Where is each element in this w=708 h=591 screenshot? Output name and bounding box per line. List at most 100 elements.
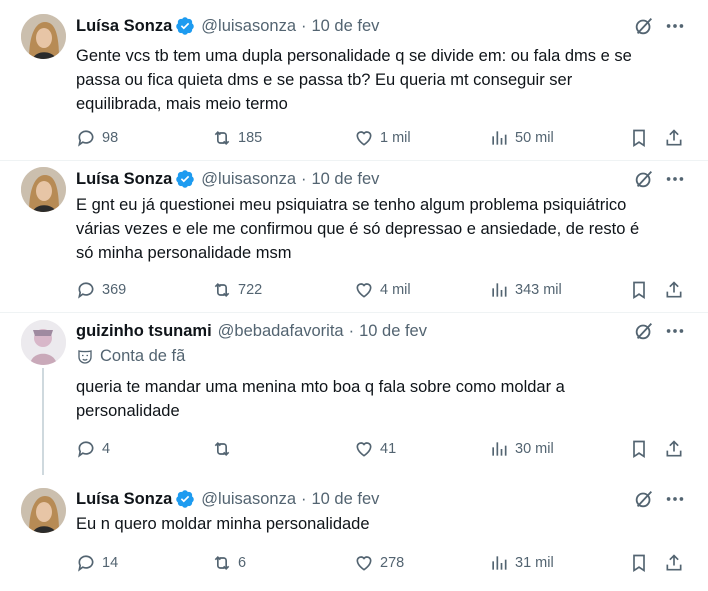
tweet-text: E gnt eu já questionei meu psiquiatra se… bbox=[76, 193, 696, 265]
bookmark-icon bbox=[633, 129, 645, 148]
grok-icon[interactable] bbox=[633, 168, 655, 190]
tweet-header: Luísa Sonza @luisasonza · 10 de fev bbox=[76, 167, 379, 191]
like-button[interactable]: 1 mil bbox=[354, 126, 411, 150]
author-handle[interactable]: @luisasonza bbox=[201, 490, 296, 509]
bookmark-icon bbox=[633, 554, 645, 573]
reply-button[interactable]: 369 bbox=[76, 278, 126, 302]
reply-icon bbox=[78, 282, 94, 299]
author-handle[interactable]: @luisasonza bbox=[201, 17, 296, 36]
retweet-button[interactable]: 185 bbox=[212, 126, 262, 150]
action-bar: 4 41 30 mil bbox=[76, 437, 696, 461]
share-icon bbox=[666, 281, 682, 298]
author-handle[interactable]: @bebadafavorita bbox=[218, 322, 344, 341]
retweet-button[interactable] bbox=[212, 437, 238, 461]
views-button[interactable]: 50 mil bbox=[489, 126, 554, 150]
reply-button[interactable]: 4 bbox=[76, 437, 110, 461]
grok-icon[interactable] bbox=[633, 320, 655, 342]
retweet-count: 6 bbox=[238, 555, 247, 571]
timestamp[interactable]: 10 de fev bbox=[312, 490, 380, 509]
fan-account-text: Conta de fã bbox=[100, 347, 186, 365]
tweet-text-line: Eu n quero moldar minha personalidade bbox=[76, 515, 370, 533]
views-icon bbox=[492, 556, 507, 570]
views-icon bbox=[492, 442, 507, 456]
more-options-icon[interactable] bbox=[664, 15, 686, 37]
like-button[interactable]: 278 bbox=[354, 551, 404, 575]
avatar[interactable] bbox=[21, 320, 66, 365]
reply-icon bbox=[78, 441, 94, 458]
like-button[interactable]: 41 bbox=[354, 437, 396, 461]
timestamp[interactable]: 10 de fev bbox=[312, 170, 380, 189]
action-bar: 369 722 4 mil 343 mil bbox=[76, 278, 696, 302]
bookmark-button[interactable] bbox=[629, 437, 655, 461]
retweet-icon bbox=[214, 441, 230, 457]
like-count: 1 mil bbox=[380, 130, 411, 146]
tweet-text: queria te mandar uma menina mto boa q fa… bbox=[76, 375, 696, 423]
tweet-text: Gente vcs tb tem uma dupla personalidade… bbox=[76, 44, 696, 116]
avatar[interactable] bbox=[21, 488, 66, 533]
author-name[interactable]: guizinho tsunami bbox=[76, 322, 212, 341]
view-count: 50 mil bbox=[515, 130, 554, 146]
reply-icon bbox=[78, 555, 94, 572]
tweet-text-line: personalidade bbox=[76, 402, 180, 420]
more-options-icon[interactable] bbox=[664, 320, 686, 342]
tweet-text-line: Gente vcs tb tem uma dupla personalidade… bbox=[76, 47, 632, 65]
heart-icon bbox=[356, 442, 372, 457]
view-count: 343 mil bbox=[515, 282, 562, 298]
retweet-count: 722 bbox=[238, 282, 263, 298]
share-icon bbox=[666, 129, 682, 146]
tweet-header: Luísa Sonza @luisasonza · 10 de fev bbox=[76, 487, 379, 511]
author-handle[interactable]: @luisasonza bbox=[201, 170, 296, 189]
bookmark-button[interactable] bbox=[629, 278, 655, 302]
thread-line bbox=[42, 368, 44, 475]
avatar[interactable] bbox=[21, 167, 66, 212]
fan-account-label: Conta de fã bbox=[76, 347, 185, 366]
views-button[interactable]: 30 mil bbox=[489, 437, 554, 461]
like-button[interactable]: 4 mil bbox=[354, 278, 411, 302]
bookmark-button[interactable] bbox=[629, 126, 655, 150]
view-count: 31 mil bbox=[515, 555, 554, 571]
separator-dot: · bbox=[301, 16, 307, 35]
share-button[interactable] bbox=[664, 278, 690, 302]
author-name[interactable]: Luísa Sonza bbox=[76, 170, 172, 189]
reply-count: 14 bbox=[102, 555, 119, 571]
views-button[interactable]: 343 mil bbox=[489, 278, 562, 302]
tweet-text-line: passa ou fica quieta dms e se passa tb? … bbox=[76, 71, 573, 89]
share-button[interactable] bbox=[664, 437, 690, 461]
like-count: 4 mil bbox=[380, 282, 411, 298]
tweet-text-line: equilibrada, mais meio termo bbox=[76, 95, 288, 113]
reply-count: 4 bbox=[102, 441, 111, 457]
tweet-text-line: E gnt eu já questionei meu psiquiatra se… bbox=[76, 196, 627, 214]
reply-button[interactable]: 14 bbox=[76, 551, 118, 575]
views-icon bbox=[492, 283, 507, 297]
heart-icon bbox=[356, 131, 372, 146]
verified-badge-icon bbox=[176, 170, 195, 188]
heart-icon bbox=[356, 283, 372, 298]
verified-badge-icon bbox=[176, 490, 195, 508]
tweet-header: guizinho tsunami @bebadafavorita · 10 de… bbox=[76, 319, 427, 343]
author-name[interactable]: Luísa Sonza bbox=[76, 490, 172, 509]
grok-icon[interactable] bbox=[633, 488, 655, 510]
divider bbox=[0, 312, 708, 313]
retweet-icon bbox=[214, 282, 230, 298]
bookmark-button[interactable] bbox=[629, 551, 655, 575]
grok-icon[interactable] bbox=[633, 15, 655, 37]
timestamp[interactable]: 10 de fev bbox=[312, 17, 380, 36]
views-button[interactable]: 31 mil bbox=[489, 551, 554, 575]
reply-button[interactable]: 98 bbox=[76, 126, 118, 150]
action-bar: 98 185 1 mil 50 mil bbox=[76, 126, 696, 150]
avatar[interactable] bbox=[21, 14, 66, 59]
timestamp[interactable]: 10 de fev bbox=[359, 322, 427, 341]
reply-icon bbox=[78, 130, 94, 147]
share-icon bbox=[666, 440, 682, 457]
more-options-icon[interactable] bbox=[664, 168, 686, 190]
share-button[interactable] bbox=[664, 126, 690, 150]
view-count: 30 mil bbox=[515, 441, 554, 457]
like-count: 41 bbox=[380, 441, 397, 457]
retweet-icon bbox=[214, 555, 230, 571]
retweet-button[interactable]: 722 bbox=[212, 278, 262, 302]
tweet-text-line: só minha personalidade msm bbox=[76, 244, 292, 262]
more-options-icon[interactable] bbox=[664, 488, 686, 510]
author-name[interactable]: Luísa Sonza bbox=[76, 17, 172, 36]
share-button[interactable] bbox=[664, 551, 690, 575]
retweet-button[interactable]: 6 bbox=[212, 551, 246, 575]
